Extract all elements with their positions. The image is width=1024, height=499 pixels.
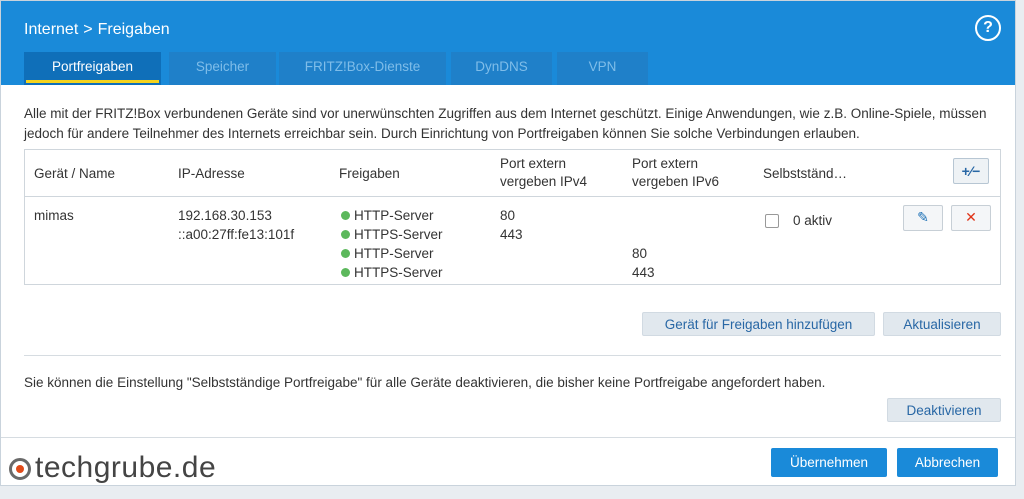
- pencil-icon: ✎: [917, 209, 929, 225]
- header-ip: IP-Adresse: [178, 166, 245, 181]
- header-port-ipv4-line1: Port extern: [500, 156, 567, 171]
- row-device-name: mimas: [34, 208, 74, 223]
- header-bar: Internet > Freigaben ? Portfreigaben Speic…: [1, 1, 1015, 85]
- tab-portfreigaben[interactable]: Portfreigaben: [24, 52, 161, 85]
- share-item: HTTPS-Server: [341, 263, 443, 282]
- deactivate-button[interactable]: Deaktivieren: [887, 398, 1001, 422]
- header-shares: Freigaben: [339, 166, 400, 181]
- table-header: Gerät / Name IP-Adresse Freigaben Port e…: [25, 150, 1000, 197]
- row-ip: 192.168.30.153 ::a00:27ff:fe13:101f: [178, 206, 294, 244]
- note-text: Sie können die Einstellung "Selbstständi…: [24, 375, 826, 390]
- port-forwarding-table: Gerät / Name IP-Adresse Freigaben Port e…: [24, 149, 1001, 285]
- close-icon: ✕: [965, 209, 977, 225]
- breadcrumb-current: Freigaben: [97, 21, 170, 38]
- watermark-logo: techgrube.de: [9, 451, 216, 485]
- header-port-ipv4-line2: vergeben IPv4: [500, 174, 588, 189]
- apply-button[interactable]: Übernehmen: [771, 448, 887, 477]
- row-ip-v4: 192.168.30.153: [178, 208, 272, 223]
- status-dot-icon: [341, 268, 350, 277]
- help-icon[interactable]: ?: [975, 15, 1001, 41]
- header-device: Gerät / Name: [34, 166, 116, 181]
- share-item: HTTP-Server: [341, 206, 443, 225]
- cancel-button[interactable]: Abbrechen: [897, 448, 998, 477]
- delete-button[interactable]: ✕: [951, 205, 991, 231]
- status-dot-icon: [341, 230, 350, 239]
- expand-collapse-button[interactable]: +⁄−: [953, 158, 989, 184]
- add-device-button[interactable]: Gerät für Freigaben hinzufügen: [642, 312, 875, 336]
- breadcrumb-separator: >: [83, 21, 93, 38]
- header-port-ipv4: Port extern vergeben IPv4: [500, 155, 587, 191]
- tab-fritzbox-dienste[interactable]: FRITZ!Box-Dienste: [279, 52, 446, 85]
- tab-vpn[interactable]: VPN: [557, 52, 648, 85]
- row-ports-ipv4: 80 443: [500, 208, 523, 242]
- footer-divider: [1, 437, 1015, 438]
- header-port-ipv6-line2: vergeben IPv6: [632, 174, 720, 189]
- self-share-checkbox[interactable]: [765, 214, 779, 228]
- divider: [24, 355, 1001, 356]
- header-self: Selbstständ…: [763, 166, 848, 181]
- intro-text: Alle mit der FRITZ!Box verbundenen Gerät…: [24, 106, 987, 141]
- tab-speicher[interactable]: Speicher: [169, 52, 276, 85]
- share-item: HTTP-Server: [341, 244, 443, 263]
- share-item: HTTPS-Server: [341, 225, 443, 244]
- edit-button[interactable]: ✎: [903, 205, 943, 231]
- tab-dyndns[interactable]: DynDNS: [451, 52, 552, 85]
- row-ports-ipv6: 80 443: [632, 246, 655, 280]
- header-port-ipv6-line1: Port extern: [632, 156, 699, 171]
- refresh-button[interactable]: Aktualisieren: [883, 312, 1001, 336]
- breadcrumb: Internet > Freigaben: [24, 21, 170, 39]
- gear-logo-icon: [9, 458, 31, 480]
- self-share-label: 0 aktiv: [793, 213, 833, 228]
- dialog-window: Internet > Freigaben ? Portfreigaben Speic…: [0, 0, 1016, 486]
- status-dot-icon: [341, 249, 350, 258]
- header-port-ipv6: Port extern vergeben IPv6: [632, 155, 719, 191]
- row-ip-v6: ::a00:27ff:fe13:101f: [178, 227, 295, 242]
- breadcrumb-parent[interactable]: Internet: [24, 21, 78, 38]
- status-dot-icon: [341, 211, 350, 220]
- row-shares: HTTP-Server HTTPS-Server HTTP-Server HTT…: [341, 206, 443, 282]
- watermark-text: techgrube.de: [35, 451, 217, 484]
